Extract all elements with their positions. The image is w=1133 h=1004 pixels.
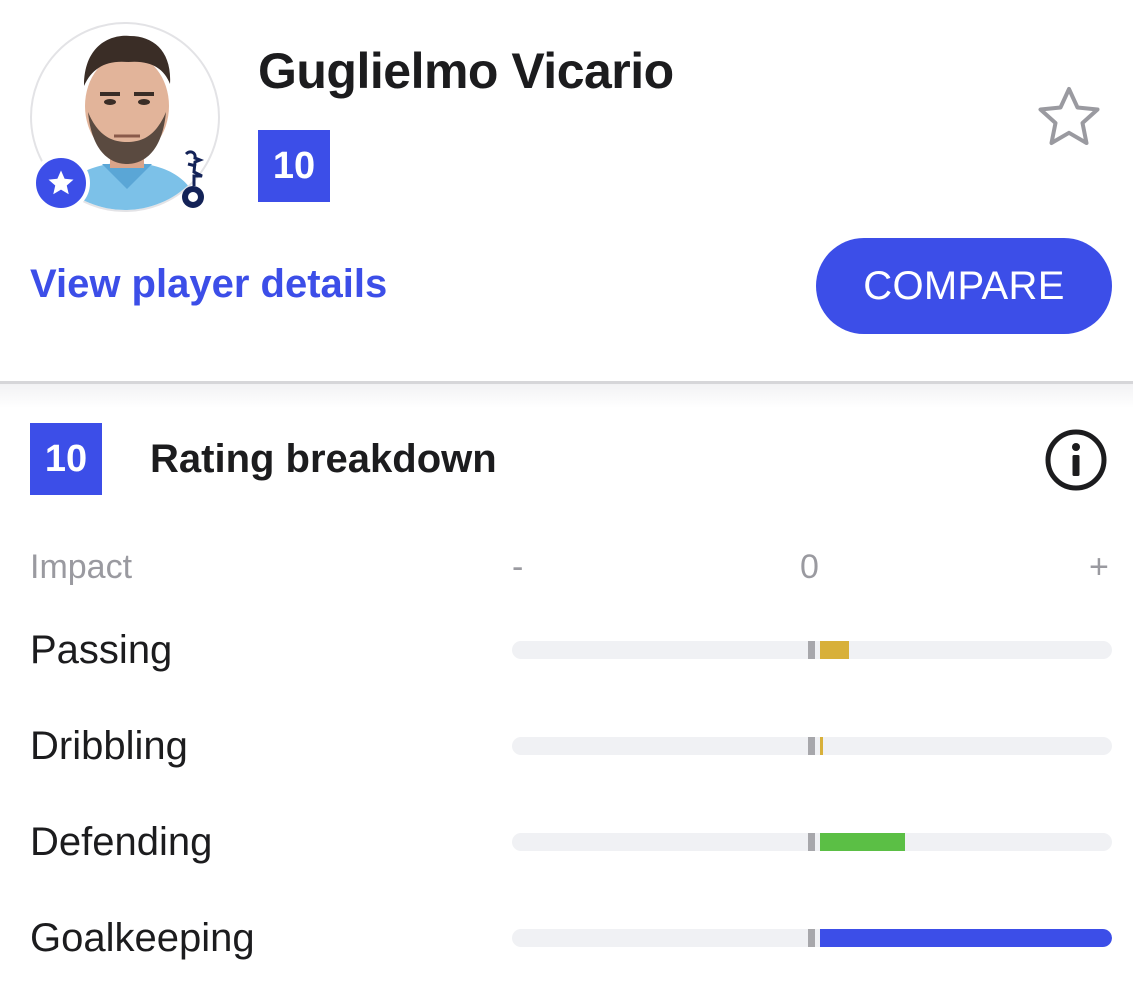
player-rating-card: Guglielmo Vicario 10 View player details… (0, 0, 1133, 1004)
club-crest-icon (176, 150, 210, 210)
impact-fill-passing (820, 641, 849, 659)
impact-label: Impact (30, 548, 133, 586)
player-avatar[interactable] (30, 22, 222, 214)
impact-fill-defending (820, 833, 905, 851)
impact-fill-goalkeeping (820, 929, 1112, 947)
metric-label-dribbling: Dribbling (30, 724, 188, 768)
favourite-star-icon[interactable] (1036, 85, 1102, 149)
view-player-details-link[interactable]: View player details (30, 262, 387, 307)
zero-tick (808, 833, 815, 851)
metric-label-passing: Passing (30, 628, 173, 672)
metric-label-defending: Defending (30, 820, 213, 864)
rating-breakdown-title: Rating breakdown (150, 437, 497, 481)
player-name: Guglielmo Vicario (258, 43, 674, 99)
scale-plus-label: + (1089, 548, 1109, 586)
zero-tick (808, 929, 815, 947)
breakdown-rating-badge: 10 (30, 423, 102, 495)
zero-tick (808, 737, 815, 755)
star-icon (32, 154, 90, 212)
impact-bar-defending (512, 833, 1112, 851)
impact-bar-goalkeeping (512, 929, 1112, 947)
zero-tick (808, 641, 815, 659)
compare-button[interactable]: COMPARE (816, 238, 1112, 334)
info-icon[interactable] (1044, 428, 1108, 492)
metric-label-goalkeeping: Goalkeeping (30, 916, 255, 960)
impact-bar-passing (512, 641, 1112, 659)
scale-minus-label: - (512, 548, 524, 586)
scale-zero-label: 0 (800, 548, 819, 586)
impact-bar-dribbling (512, 737, 1112, 755)
player-rating-badge: 10 (258, 130, 330, 202)
divider-shadow (0, 384, 1133, 408)
impact-fill-dribbling (820, 737, 823, 755)
